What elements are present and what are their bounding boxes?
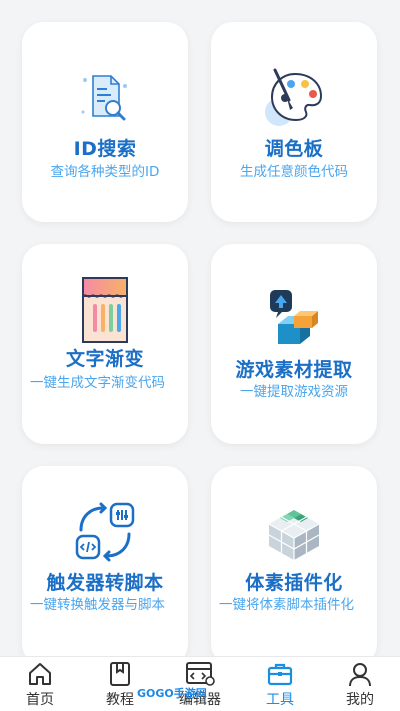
- voxel-cube-icon: [268, 510, 320, 560]
- tab-tools[interactable]: 工具: [240, 657, 320, 711]
- tool-card-game-assets[interactable]: 游戏素材提取 一键提取游戏资源: [211, 244, 377, 444]
- palette-icon: [265, 68, 323, 126]
- text-gradient-icon: [82, 277, 128, 343]
- card-description: 一键将体素脚本插件化: [219, 597, 354, 613]
- home-icon: [29, 663, 51, 685]
- tool-card-voxel-plugin[interactable]: 体素插件化 一键将体素脚本插件化: [211, 466, 377, 666]
- card-title: 体素插件化: [245, 572, 343, 594]
- tab-profile[interactable]: 我的: [320, 657, 400, 711]
- bottom-tab-bar: 首页 教程 编辑器 工具 我的: [0, 656, 400, 711]
- card-description: 查询各种类型的ID: [50, 164, 160, 180]
- document-search-icon: [81, 75, 127, 121]
- card-title: 触发器转脚本: [46, 572, 164, 594]
- code-window-icon: [186, 662, 215, 686]
- book-icon: [110, 662, 130, 686]
- tab-editor[interactable]: 编辑器: [160, 657, 240, 711]
- tab-label: 教程: [106, 692, 134, 708]
- card-title: 调色板: [264, 138, 324, 160]
- card-description: 一键生成文字渐变代码: [30, 375, 165, 391]
- tab-label: 首页: [26, 692, 54, 708]
- tab-label: 我的: [346, 692, 374, 708]
- game-assets-icon: [270, 290, 318, 344]
- tool-card-id-search[interactable]: ID搜索 查询各种类型的ID: [22, 22, 188, 222]
- watermark-logo: GOGO手游网: [137, 685, 207, 701]
- tool-card-trigger-convert[interactable]: 触发器转脚本 一键转换触发器与脚本: [22, 466, 188, 666]
- tab-label: 工具: [266, 692, 294, 708]
- card-title: 游戏素材提取: [235, 359, 353, 381]
- trigger-convert-icon: [75, 502, 135, 562]
- card-description: 生成任意颜色代码: [240, 164, 348, 180]
- card-description: 一键提取游戏资源: [240, 384, 348, 400]
- tool-card-palette[interactable]: 调色板 生成任意颜色代码: [211, 22, 377, 222]
- card-title: 文字渐变: [65, 348, 144, 370]
- card-title: ID搜索: [73, 138, 137, 160]
- card-description: 一键转换触发器与脚本: [30, 597, 165, 613]
- tab-tutorial[interactable]: 教程: [80, 657, 160, 711]
- user-icon: [349, 663, 371, 687]
- watermark-text: GOGO手游网: [137, 687, 207, 700]
- tab-home[interactable]: 首页: [0, 657, 80, 711]
- toolbox-icon: [267, 663, 293, 686]
- tool-card-text-gradient[interactable]: 文字渐变 一键生成文字渐变代码: [22, 244, 188, 444]
